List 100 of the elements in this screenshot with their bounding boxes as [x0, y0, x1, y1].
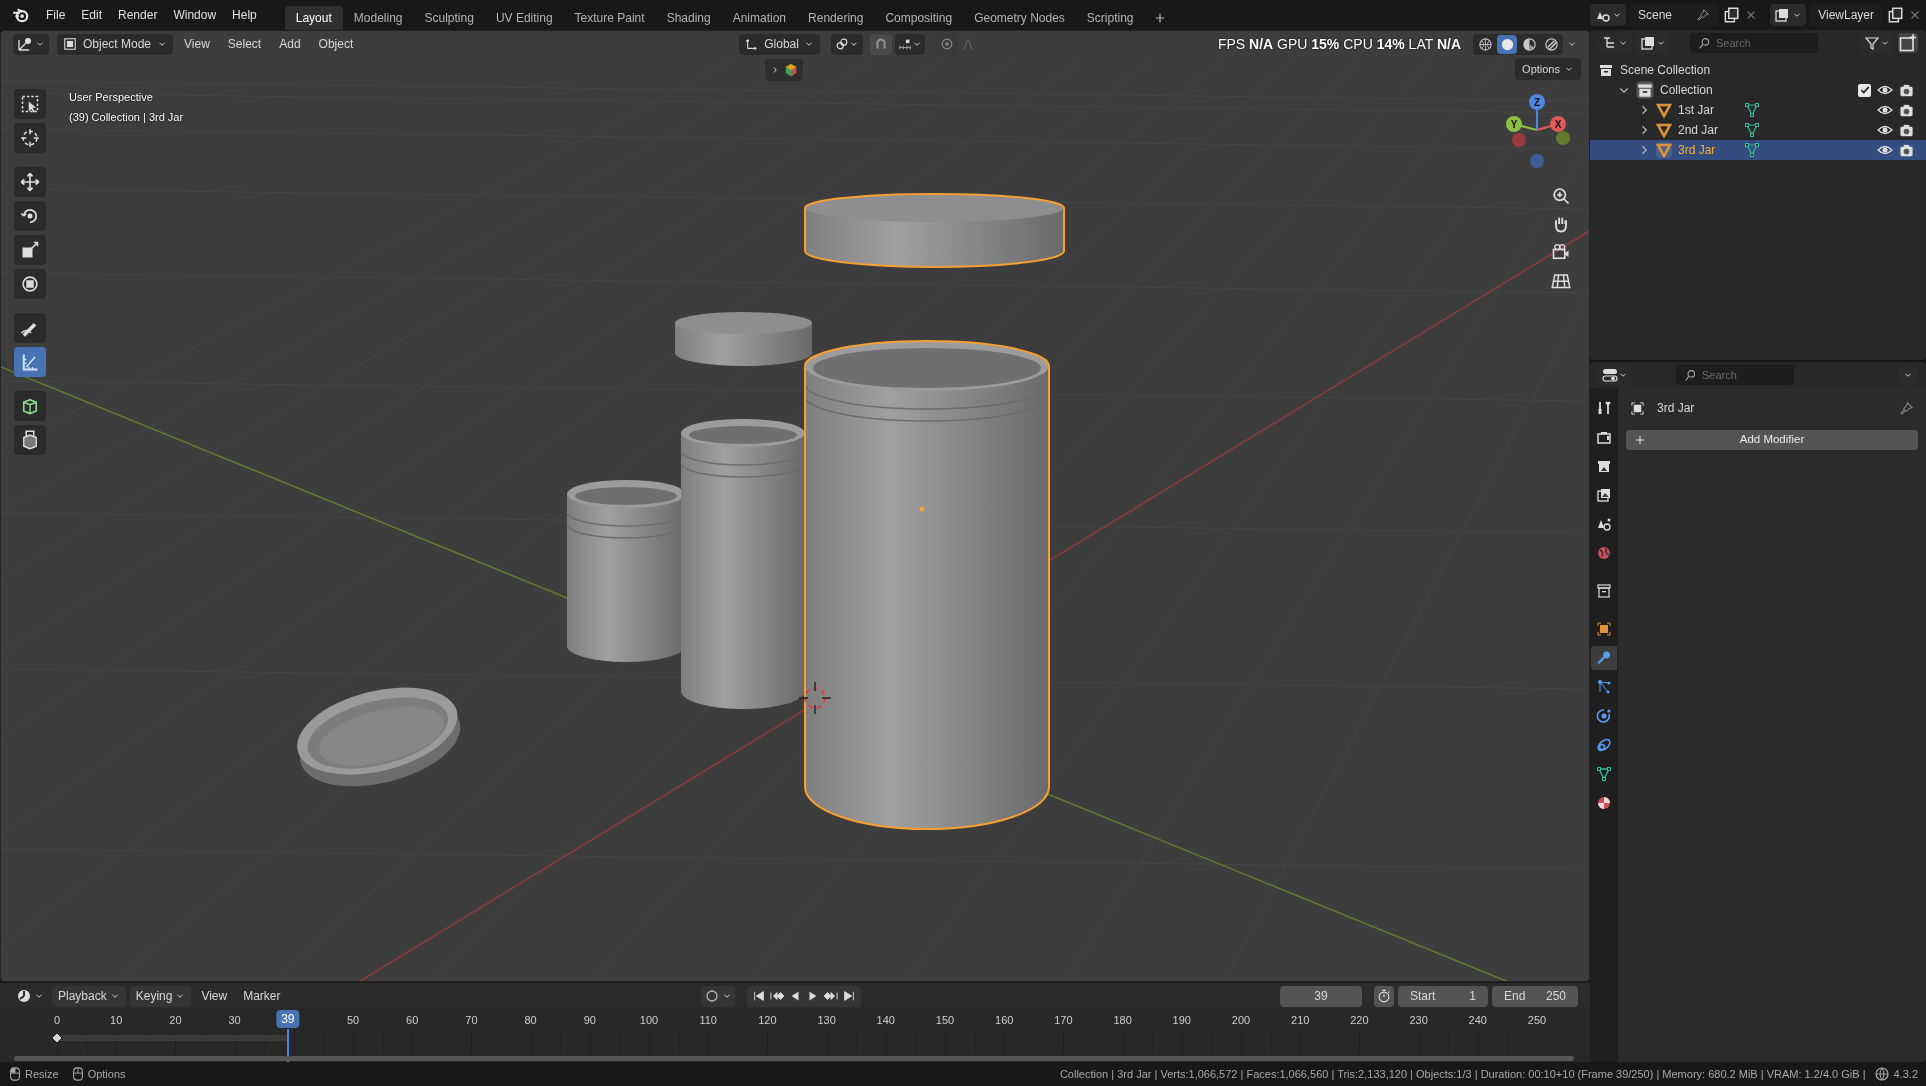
- jump-end-icon[interactable]: [841, 989, 856, 1003]
- triangle-object-icon: [1656, 142, 1672, 158]
- outliner-row[interactable]: Scene Collection: [1590, 60, 1926, 80]
- menu-item[interactable]: View: [195, 987, 234, 1005]
- scale-icon[interactable]: [14, 235, 46, 265]
- target-circle-icon: [939, 37, 954, 51]
- workspace-tab[interactable]: Compositing: [874, 6, 964, 30]
- cube-icon[interactable]: [14, 391, 46, 421]
- snap-toggle[interactable]: [869, 33, 892, 55]
- scene-type-button[interactable]: [1590, 4, 1626, 26]
- axis-handle[interactable]: [1512, 133, 1526, 147]
- workspace-tab[interactable]: Texture Paint: [563, 6, 656, 30]
- wrench-icon[interactable]: [1591, 646, 1617, 670]
- workspace-tab[interactable]: Layout: [284, 6, 343, 30]
- add-modifier-button[interactable]: Add Modifier: [1626, 430, 1918, 450]
- end-frame-field[interactable]: End 250: [1492, 985, 1578, 1007]
- triangle-object-icon: [1656, 102, 1672, 118]
- copy-icon[interactable]: [1886, 6, 1904, 24]
- scrollbar[interactable]: [14, 1056, 1574, 1061]
- move-arrows-icon[interactable]: [14, 167, 46, 197]
- frame-number: 200: [1231, 1013, 1251, 1028]
- stopwatch-icon[interactable]: [1374, 985, 1394, 1007]
- menu-item[interactable]: Select: [220, 35, 269, 53]
- search-icon: [1684, 369, 1697, 382]
- pin-icon[interactable]: [1696, 8, 1711, 22]
- menu-dropdown[interactable]: Keying: [129, 985, 192, 1007]
- outliner-row[interactable]: 2nd Jar: [1590, 120, 1926, 140]
- search-field[interactable]: Search: [1676, 365, 1794, 385]
- menu-item[interactable]: Edit: [73, 6, 111, 24]
- mesh-data-icon[interactable]: [1744, 122, 1760, 138]
- transform-icon[interactable]: [14, 269, 46, 299]
- workspace-tab[interactable]: Sculpting: [413, 6, 485, 30]
- logo-icon[interactable]: [12, 6, 30, 24]
- axis-handle[interactable]: [1530, 154, 1544, 168]
- menu-item[interactable]: File: [38, 6, 74, 24]
- menu-item[interactable]: Object: [311, 35, 361, 53]
- start-frame-field[interactable]: Start 1: [1398, 985, 1488, 1007]
- plus-icon: [1634, 434, 1646, 446]
- next-keyframe-icon[interactable]: [823, 989, 838, 1003]
- menu-item[interactable]: Help: [224, 6, 265, 24]
- origin-dot: [919, 506, 925, 512]
- mesh-data-icon[interactable]: [1744, 142, 1760, 158]
- camera-icon[interactable]: [1899, 122, 1914, 138]
- workspace-tab[interactable]: Modeling: [342, 6, 414, 30]
- menu-item[interactable]: Render: [110, 6, 166, 24]
- pencil-icon[interactable]: [14, 313, 46, 343]
- copy-icon[interactable]: [1722, 6, 1741, 24]
- ruler-icon[interactable]: [14, 347, 46, 377]
- previous-keyframe-icon[interactable]: [769, 989, 784, 1003]
- scene-field[interactable]: Scene: [1630, 4, 1719, 26]
- menu-item[interactable]: View: [177, 35, 217, 53]
- view-layer-type-button[interactable]: [1770, 4, 1807, 26]
- options-dropdown[interactable]: Options: [1515, 58, 1581, 80]
- select-box-icon[interactable]: [14, 89, 46, 119]
- new-collection-icon[interactable]: [1898, 33, 1918, 53]
- frame-number: 80: [524, 1013, 537, 1028]
- outliner-row[interactable]: 3rd Jar: [1590, 140, 1926, 160]
- mesh-data-icon[interactable]: [1744, 102, 1760, 118]
- menu-item[interactable]: Window: [165, 6, 225, 24]
- row-label: 3rd Jar: [1678, 142, 1717, 159]
- snap-target-dropdown[interactable]: [894, 33, 925, 55]
- jump-start-icon[interactable]: [751, 989, 766, 1003]
- view-layer-field[interactable]: ViewLayer: [1810, 4, 1882, 26]
- pin-icon[interactable]: [1899, 400, 1914, 416]
- outliner-row[interactable]: Collection: [1590, 80, 1926, 100]
- crosshair-icon[interactable]: [14, 123, 46, 153]
- workspace-tab[interactable]: Rendering: [797, 6, 875, 30]
- axis-handle[interactable]: [1556, 131, 1570, 145]
- current-frame-field[interactable]: 39: [1280, 985, 1362, 1007]
- camera-icon[interactable]: [1899, 82, 1914, 98]
- menu-dropdown[interactable]: Playback: [52, 985, 126, 1007]
- editor-type-button[interactable]: [13, 33, 49, 55]
- search-field[interactable]: Search: [1690, 33, 1818, 53]
- mode-dropdown[interactable]: Object Mode: [57, 33, 174, 55]
- frame-number: 170: [1054, 1013, 1073, 1028]
- workspace-tab[interactable]: Animation: [721, 6, 798, 30]
- checkbox[interactable]: [1858, 83, 1871, 97]
- axes-icon: [17, 36, 33, 52]
- workspace-tab[interactable]: Scripting: [1075, 6, 1145, 30]
- mouse-icon: [70, 1067, 85, 1081]
- workspace-tab[interactable]: UV Editing: [484, 6, 564, 30]
- cube-icon[interactable]: [14, 425, 46, 455]
- menu-item[interactable]: Marker: [237, 987, 287, 1005]
- camera-icon[interactable]: [1899, 142, 1914, 158]
- viewport-stats: FPS N/A GPU 15% CPU 14% LAT N/A: [1217, 34, 1461, 54]
- zoom-icon[interactable]: [1551, 185, 1571, 207]
- workspace-tab[interactable]: Shading: [655, 6, 722, 30]
- globe-icon[interactable]: [1873, 1066, 1890, 1082]
- workspace-tab[interactable]: Geometry Nodes: [963, 6, 1076, 30]
- camera-icon[interactable]: [1899, 102, 1914, 118]
- axis-handle[interactable]: Z: [1529, 94, 1545, 131]
- playhead-frame[interactable]: 39: [276, 1010, 300, 1028]
- record-icon[interactable]: [703, 988, 720, 1004]
- menu-item[interactable]: Add: [272, 35, 308, 53]
- object-name: 3rd Jar: [1657, 400, 1696, 417]
- cube-icon[interactable]: [784, 63, 798, 77]
- pivot-dropdown[interactable]: [830, 33, 863, 55]
- outliner-row[interactable]: 1st Jar: [1590, 100, 1926, 120]
- rotate-icon[interactable]: [14, 201, 46, 231]
- orientation-dropdown[interactable]: Global: [739, 33, 820, 55]
